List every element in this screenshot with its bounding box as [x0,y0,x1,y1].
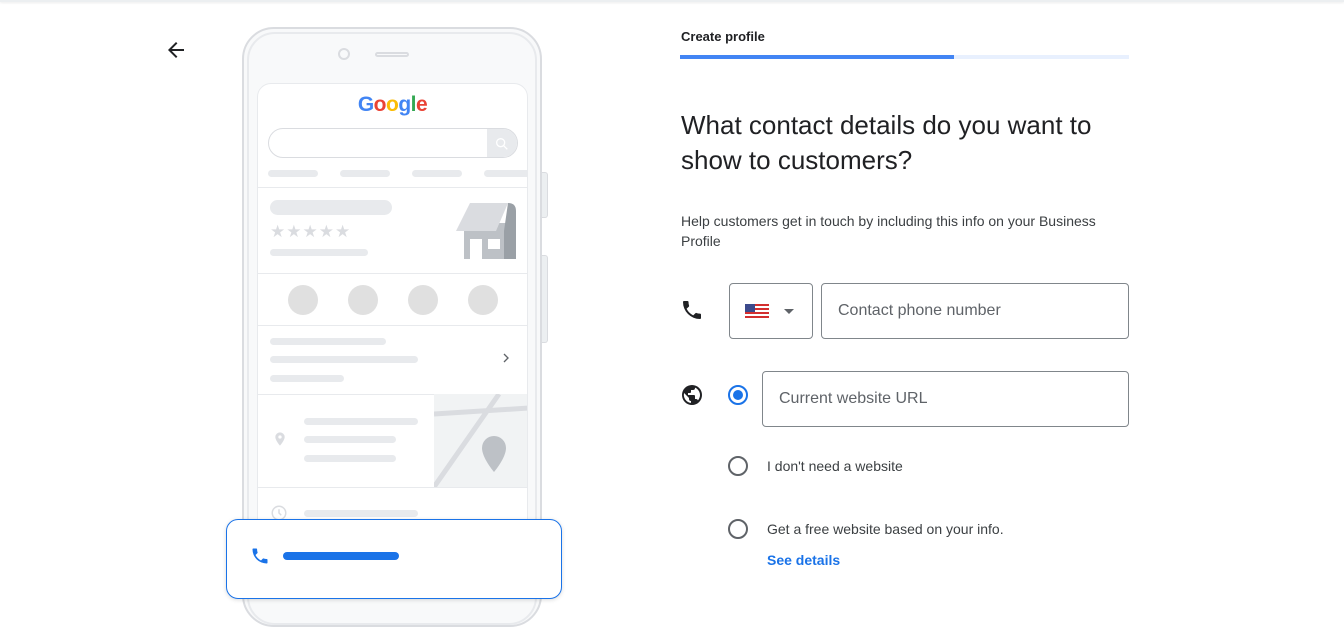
website-url-input[interactable] [762,371,1129,427]
see-details-link[interactable]: See details [767,552,840,568]
logo-letter: g [398,93,411,116]
step-title: Create profile [681,29,765,44]
phone-highlight-card [226,519,562,599]
free-website-label: Get a free website based on your info. [767,521,1004,537]
us-flag-icon [745,304,769,318]
radio-no-website[interactable] [728,456,748,476]
phone-number-input[interactable] [821,283,1129,339]
map-illustration [434,394,527,487]
logo-letter: G [357,93,374,116]
back-arrow-icon[interactable] [164,38,188,62]
google-logo: Google [258,93,527,117]
help-text: Help customers get in touch by including… [681,213,1096,249]
page-title: What contact details do you want to show… [681,110,1092,175]
country-code-select[interactable] [729,283,813,339]
search-bar-illustration [268,128,518,158]
phone-icon [683,301,701,319]
no-website-label: I don't need a website [767,458,903,474]
logo-letter: e [415,93,428,116]
radio-free-website[interactable] [728,519,748,539]
progress-bar [680,55,1129,59]
logo-letter: o [385,93,399,116]
chevron-right-icon [503,353,509,363]
globe-icon [682,385,702,405]
radio-current-website[interactable] [728,385,748,405]
storefront-icon [456,203,516,259]
location-pin-icon [275,432,285,446]
logo-letter: o [373,93,387,116]
phone-icon [252,548,268,564]
top-divider [0,0,1344,2]
rating-stars-illustration: ★★★★★ [270,222,352,241]
dropdown-arrow-icon [784,309,794,314]
